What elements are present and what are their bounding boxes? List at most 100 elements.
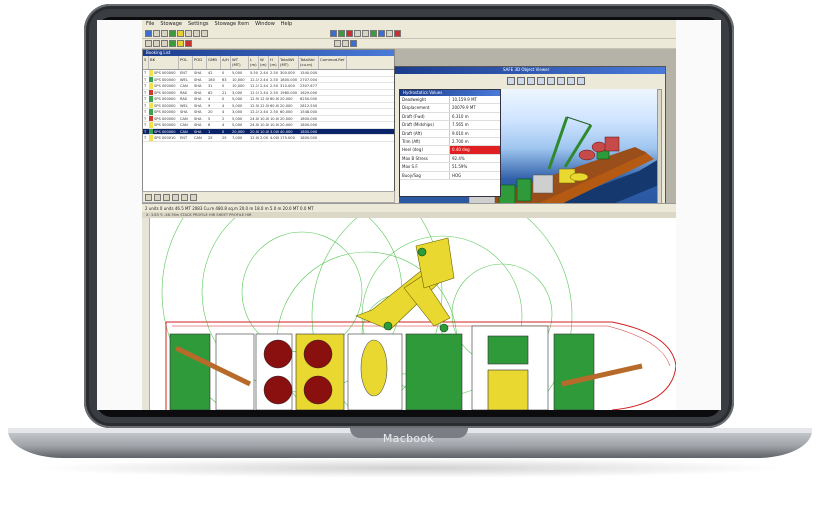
table-cell: 4	[222, 110, 225, 114]
table-cell: 1980.000	[280, 90, 298, 95]
save-icon[interactable]	[161, 30, 168, 37]
paste-icon[interactable]	[161, 40, 168, 47]
column-header[interactable]: WT (MT)	[231, 56, 249, 69]
cut-icon[interactable]	[145, 40, 152, 47]
column-header[interactable]: W (m)	[259, 56, 269, 69]
lashing-icon[interactable]	[370, 30, 377, 37]
hydro-label: Max S.F.	[400, 163, 450, 171]
hydro-value: 9.010 m	[452, 130, 469, 136]
table-cell: 2.44	[260, 110, 269, 114]
table-cell: SPS 000000	[149, 109, 179, 115]
table-cell: 5.50	[250, 71, 259, 75]
flag-icon[interactable]	[177, 40, 184, 47]
rotate-view-icon[interactable]	[507, 77, 515, 85]
secondary-toolbar	[142, 39, 676, 49]
table-cell: 20.000	[280, 116, 293, 121]
copy-icon[interactable]	[153, 40, 160, 47]
light-icon[interactable]	[567, 77, 575, 85]
table-cell: ENT	[180, 71, 188, 75]
menu-item[interactable]: Stowage Item	[215, 21, 250, 27]
table-cell: 12.19	[250, 77, 259, 82]
zoom-out-icon[interactable]	[362, 30, 369, 37]
column-header[interactable]: H (m)	[269, 56, 279, 69]
align-icon[interactable]	[334, 40, 341, 47]
column-header[interactable]: GMB	[207, 56, 221, 69]
stow-icon[interactable]	[169, 30, 176, 37]
reach-icon[interactable]	[181, 193, 188, 201]
table-cell: 12.19	[250, 90, 259, 95]
delete-icon[interactable]	[185, 40, 192, 47]
camera-icon[interactable]	[557, 77, 565, 85]
table-cell: 25	[208, 136, 213, 140]
table-cell: 9	[208, 103, 211, 108]
hold-icon[interactable]	[163, 193, 170, 201]
rotate-icon[interactable]	[342, 40, 349, 47]
table-cell: 0	[222, 71, 225, 75]
info-icon[interactable]	[350, 40, 357, 47]
print-icon[interactable]	[185, 30, 192, 37]
menu-item[interactable]: File	[146, 21, 154, 27]
table-cell: 40.000	[280, 129, 293, 134]
view-icon[interactable]	[330, 30, 337, 37]
close-all-icon[interactable]	[394, 30, 401, 37]
table-cell: SPS 000010	[149, 135, 179, 141]
remove-icon[interactable]	[346, 30, 353, 37]
hydro-label: Max B Stress	[400, 154, 450, 163]
column-header[interactable]: TotalVol (cu.m)	[299, 56, 319, 69]
column-header[interactable]: POL	[179, 56, 193, 69]
redo-icon[interactable]	[201, 30, 208, 37]
column-header[interactable]: A/H	[221, 56, 231, 69]
table-cell: 25	[222, 136, 227, 140]
deck-plan-drawing	[161, 218, 676, 410]
table-cell: CAN	[180, 84, 188, 88]
deck-icon[interactable]	[154, 193, 161, 201]
tile-icon[interactable]	[386, 30, 393, 37]
hydro-label: Heel (deg)	[400, 146, 450, 154]
hydro-label: Draft (Aft)	[400, 129, 450, 137]
binocular-icon[interactable]	[190, 193, 197, 201]
crane-icon[interactable]	[172, 193, 179, 201]
table-cell: 7,000	[232, 136, 243, 140]
select-icon[interactable]	[145, 193, 152, 201]
wireframe-icon[interactable]	[547, 77, 555, 85]
deck-plan-view[interactable]	[142, 218, 676, 410]
undo-icon[interactable]	[193, 30, 200, 37]
grid-icon[interactable]	[338, 30, 345, 37]
column-header[interactable]: BK	[149, 56, 179, 69]
new-icon[interactable]	[145, 30, 152, 37]
table-cell: SPS 000000	[149, 102, 179, 108]
column-header[interactable]: POD	[193, 56, 207, 69]
column-header[interactable]: Commod.Ref	[319, 56, 347, 69]
table-cell: 0	[222, 129, 225, 134]
pan-icon[interactable]	[517, 77, 525, 85]
open-icon[interactable]	[153, 30, 160, 37]
table-cell: SPS 000000	[149, 96, 179, 102]
menu-item[interactable]: Settings	[188, 21, 209, 27]
add-icon[interactable]	[169, 40, 176, 47]
table-cell: 300.000	[280, 71, 295, 75]
pointer-icon[interactable]	[577, 77, 585, 85]
column-header[interactable]: L (m)	[249, 56, 259, 69]
cargo-icon[interactable]	[177, 30, 184, 37]
table-cell: 10.000	[270, 123, 279, 127]
table-cell: CAN	[194, 136, 202, 140]
hydro-value: 20079.9 MT	[452, 105, 476, 111]
window-icon[interactable]	[378, 30, 385, 37]
menu-item[interactable]: Window	[255, 21, 275, 27]
hydro-value: 51.59%	[452, 164, 468, 170]
table-cell: 2812.500	[300, 103, 318, 108]
table-cell: 10.00	[260, 116, 269, 121]
menu-item[interactable]: Stowage	[160, 21, 182, 27]
layout-toolbar	[142, 191, 395, 203]
zoom-in-icon[interactable]	[354, 30, 361, 37]
hydrostatics-row: Draft (Fwd) 6.310 m	[400, 112, 500, 122]
table-cell: 60.000	[280, 110, 293, 114]
table-cell: CAN	[180, 116, 188, 121]
menu-item[interactable]: Help	[281, 21, 292, 27]
zoom-icon[interactable]	[527, 77, 535, 85]
table-cell: SPS 000000	[149, 76, 179, 82]
reset-view-icon[interactable]	[537, 77, 545, 85]
booking-list-body: T SPS 000000 ENT SHA 42 0 5,000 5.50 2.44 2.50 300…	[143, 70, 394, 172]
hydro-label: Draft (Fwd)	[400, 112, 450, 121]
column-header[interactable]: TotalWt (MT)	[279, 56, 299, 69]
